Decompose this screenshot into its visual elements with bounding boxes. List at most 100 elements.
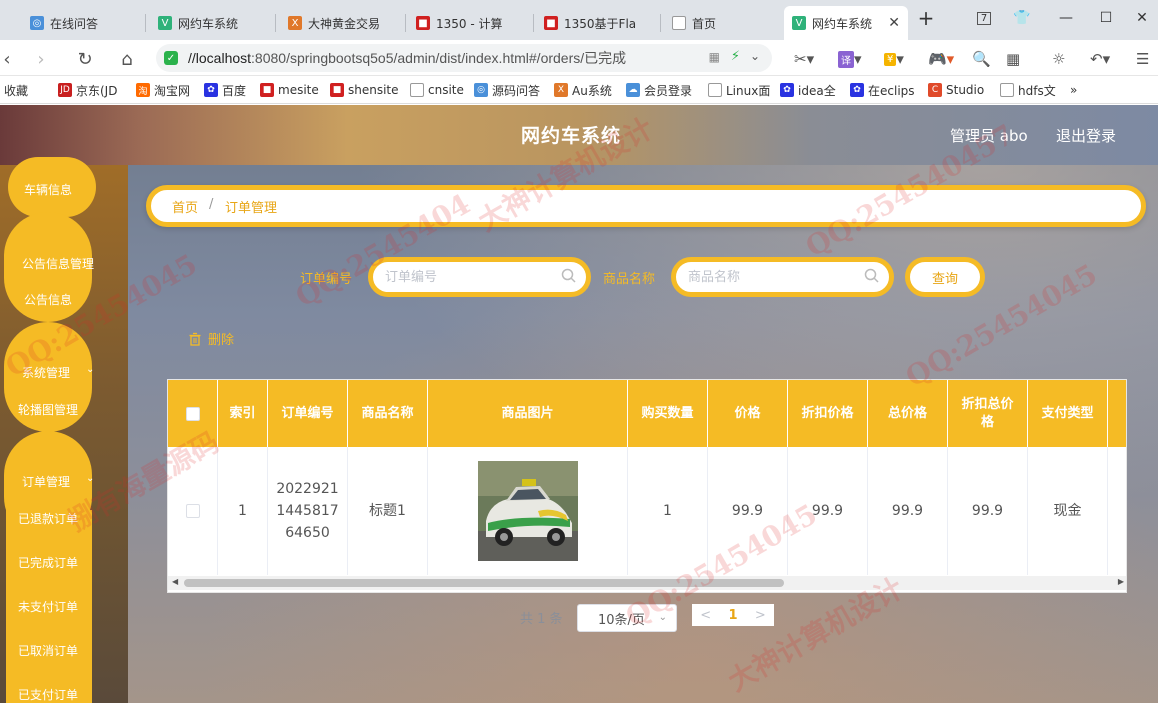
tab-title: 首页 bbox=[692, 16, 717, 31]
maximize-button[interactable]: ☐ bbox=[1086, 0, 1126, 36]
scroll-right-icon[interactable]: ▶ bbox=[1118, 577, 1124, 586]
bookmark-item[interactable]: ✿ idea全 bbox=[780, 81, 838, 99]
browser-tab[interactable]: ■ 1350基于Fla bbox=[536, 6, 656, 40]
search-icon[interactable]: 🔍 bbox=[972, 46, 991, 72]
browser-tab[interactable]: ◎ 在线问答 bbox=[22, 6, 140, 40]
browser-tab-active[interactable]: V 网约车系统 ✕ bbox=[784, 6, 908, 40]
column-header[interactable]: 索引 bbox=[218, 380, 268, 447]
new-tab-button[interactable]: + bbox=[906, 0, 946, 36]
breadcrumb-separator: / bbox=[209, 197, 214, 212]
browser-tab[interactable]: 首页 bbox=[664, 6, 780, 40]
browser-tab[interactable]: X 大神黄金交易 bbox=[280, 6, 400, 40]
sidebar-item-refunded-orders[interactable]: 已退款订单 bbox=[18, 510, 78, 527]
bookmark-item[interactable]: X Au系统 bbox=[554, 81, 612, 99]
back-icon[interactable]: ‹ bbox=[0, 46, 20, 72]
game-icon[interactable]: 🎮▾ bbox=[928, 46, 954, 72]
site-favicon-icon: X bbox=[288, 16, 302, 30]
lightning-icon[interactable]: ⚡ bbox=[731, 49, 740, 64]
prev-page-button[interactable]: < bbox=[692, 608, 719, 623]
sidebar-item-notice-info[interactable]: 公告信息 bbox=[24, 291, 72, 308]
sidebar-item-paid-orders[interactable]: 已支付订单 bbox=[18, 686, 78, 703]
home-icon[interactable]: ⌂ bbox=[114, 46, 140, 72]
page-size-select[interactable]: 10条/页 ⌄ bbox=[577, 604, 677, 632]
shirt-icon[interactable]: 👕 bbox=[1002, 0, 1042, 36]
menu-icon[interactable]: ☰ bbox=[1136, 46, 1149, 72]
baidu-paw-icon: ✿ bbox=[780, 83, 794, 97]
site-favicon-icon: X bbox=[554, 83, 568, 97]
column-header[interactable]: 折扣总价格 bbox=[948, 380, 1028, 447]
column-header[interactable]: 商品名称 bbox=[348, 380, 428, 447]
column-header[interactable]: 价格 bbox=[708, 380, 788, 447]
horizontal-scrollbar[interactable]: ◀ ▶ bbox=[168, 576, 1126, 590]
url-field[interactable]: ✓ //localhost:8080/springbootsq5o5/admin… bbox=[156, 44, 772, 72]
sidebar-item-unpaid-orders[interactable]: 未支付订单 bbox=[18, 598, 78, 615]
sidebar-item-label: 系统管理 bbox=[22, 366, 71, 380]
close-window-button[interactable]: ✕ bbox=[1122, 0, 1158, 36]
site-favicon-icon: ■ bbox=[544, 16, 558, 30]
row-checkbox[interactable] bbox=[185, 504, 200, 518]
column-header[interactable]: 折扣价格 bbox=[788, 380, 868, 447]
forward-icon[interactable]: › bbox=[28, 46, 54, 72]
breadcrumb-home[interactable]: 首页 bbox=[172, 197, 198, 216]
bookmark-label: Studio bbox=[946, 83, 985, 97]
bookmark-label: mesite bbox=[278, 83, 319, 97]
scrollbar-thumb[interactable] bbox=[184, 579, 784, 587]
browser-tab[interactable]: ■ 1350 - 计算 bbox=[408, 6, 528, 40]
sidebar-menu: 车辆信息 公告信息管理 公告信息 系统管理 ⌄ 轮播图管理 订单管理 ⌄ 已退款… bbox=[0, 157, 128, 703]
bookmark-item[interactable]: hdfs文 bbox=[1000, 81, 1056, 99]
bookmark-item[interactable]: Linux面 bbox=[708, 81, 770, 99]
column-header[interactable]: 订单编号 bbox=[268, 380, 348, 447]
page-number-current[interactable]: 1 bbox=[719, 608, 746, 623]
column-header[interactable]: 总价格 bbox=[868, 380, 948, 447]
bookmark-item[interactable]: 淘淘宝网 bbox=[136, 81, 190, 99]
app-title: 网约车系统 bbox=[520, 125, 621, 147]
product-name-input[interactable] bbox=[688, 267, 858, 287]
scroll-left-icon[interactable]: ◀ bbox=[172, 577, 178, 586]
row-select-cell bbox=[168, 447, 218, 575]
vue-logo-icon: V bbox=[792, 16, 806, 30]
bookmark-item[interactable]: ■ shensite bbox=[330, 81, 399, 99]
query-button[interactable]: 查询 bbox=[905, 257, 985, 297]
bookmark-item[interactable]: ✿ 在eclips bbox=[850, 81, 916, 99]
bookmark-item[interactable]: 收藏 bbox=[4, 81, 28, 99]
pagination-total: 共 1 条 bbox=[520, 612, 563, 627]
product-name-label: 商品名称 bbox=[603, 272, 656, 287]
brightness-icon[interactable]: ☼ bbox=[1052, 46, 1065, 72]
more-bookmarks-button[interactable]: » bbox=[1070, 81, 1077, 99]
column-header[interactable]: 支付类型 bbox=[1028, 380, 1108, 447]
sidebar-item-carousel[interactable]: 轮播图管理 bbox=[18, 401, 78, 418]
apps-grid-icon[interactable]: ▦ bbox=[1006, 46, 1020, 72]
column-header[interactable]: 购买数量 bbox=[628, 380, 708, 447]
tab-count-button[interactable]: 7 bbox=[964, 0, 1004, 36]
column-header[interactable]: 商品图片 bbox=[428, 380, 628, 447]
chevron-down-icon[interactable]: ⌄ bbox=[750, 49, 760, 63]
undo-icon[interactable]: ↶▾ bbox=[1090, 46, 1110, 72]
jd-icon: JD bbox=[58, 83, 72, 97]
product-name-input-wrap bbox=[671, 257, 894, 297]
wallet-icon[interactable]: ¥ ▾ bbox=[884, 46, 904, 72]
reload-icon[interactable]: ↻ bbox=[72, 46, 98, 72]
next-page-button[interactable]: > bbox=[747, 608, 774, 623]
bookmark-item[interactable]: C Studio bbox=[928, 81, 984, 99]
bookmark-item[interactable]: ☁ 会员登录 bbox=[626, 81, 694, 99]
bookmark-label: 收藏 bbox=[4, 83, 29, 98]
bookmark-item[interactable]: cnsite bbox=[410, 81, 464, 99]
sidebar-item-completed-orders[interactable]: 已完成订单 bbox=[18, 554, 78, 571]
logout-link[interactable]: 退出登录 bbox=[1056, 125, 1116, 146]
delete-button[interactable]: 删除 bbox=[188, 329, 234, 348]
browser-tab[interactable]: V 网约车系统 bbox=[150, 6, 270, 40]
cell-price: 99.9 bbox=[708, 447, 788, 575]
sidebar-item-cancelled-orders[interactable]: 已取消订单 bbox=[18, 642, 78, 659]
bookmark-item[interactable]: JD 京东(JD bbox=[58, 81, 120, 99]
cell-quantity: 1 bbox=[628, 447, 708, 575]
select-all-checkbox[interactable] bbox=[185, 406, 200, 421]
order-no-input[interactable] bbox=[385, 267, 555, 287]
translate-icon[interactable]: 译 ▾ bbox=[838, 46, 862, 72]
bookmark-item[interactable]: ✿ 百度 bbox=[204, 81, 246, 99]
close-tab-icon[interactable]: ✕ bbox=[880, 15, 900, 31]
bookmark-item[interactable]: ◎ 源码问答 bbox=[474, 81, 540, 99]
bookmark-item[interactable]: ■ mesite bbox=[260, 81, 319, 99]
scissors-icon[interactable]: ✂▾ bbox=[794, 46, 814, 72]
minimize-button[interactable]: — bbox=[1046, 0, 1086, 36]
qr-code-icon[interactable]: ▦ bbox=[709, 50, 720, 64]
